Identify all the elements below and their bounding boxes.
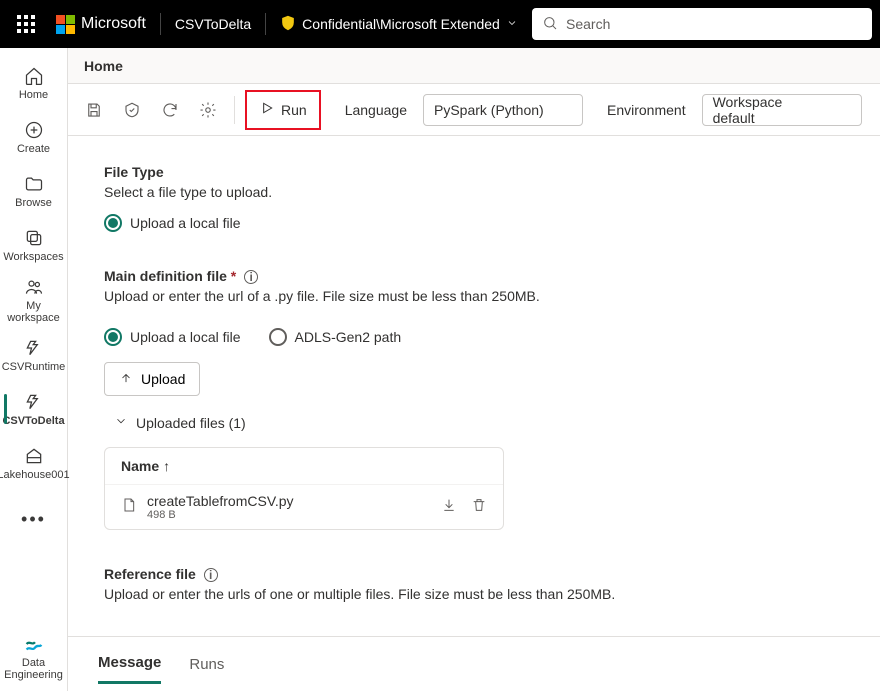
separator (234, 96, 235, 124)
delete-icon[interactable] (471, 497, 487, 518)
rail-more[interactable]: ••• (4, 490, 64, 544)
spark-icon (23, 337, 45, 359)
language-label: Language (345, 102, 407, 118)
radio-icon (269, 328, 287, 346)
file-icon (121, 496, 137, 519)
rail-home[interactable]: Home (4, 56, 64, 110)
breadcrumb[interactable]: Home (68, 48, 880, 84)
search-icon (542, 15, 558, 34)
people-icon (23, 276, 45, 298)
rail-data-engineering[interactable]: Data Engineering (4, 629, 64, 685)
folder-icon (23, 173, 45, 195)
lakehouse-icon (23, 445, 45, 467)
rail-my-workspace[interactable]: My workspace (4, 272, 64, 328)
settings-button[interactable] (192, 94, 224, 126)
main-def-local-radio[interactable]: Upload a local file (104, 328, 241, 346)
radio-selected-icon (104, 214, 122, 232)
rail-workspaces[interactable]: Workspaces (4, 218, 64, 272)
main-def-title: Main definition file * i (104, 268, 844, 284)
play-icon (259, 100, 275, 119)
home-icon (23, 65, 45, 87)
confidentiality-label: Confidential\Microsoft Extended (302, 16, 500, 32)
main-def-adls-radio[interactable]: ADLS-Gen2 path (269, 328, 402, 346)
uploaded-files-toggle[interactable]: Uploaded files (1) (114, 414, 844, 431)
bottom-tabs: Message Runs (68, 636, 880, 691)
app-name[interactable]: CSVToDelta (175, 16, 251, 32)
confidentiality-picker[interactable]: Confidential\Microsoft Extended (280, 15, 518, 34)
spark-icon (23, 391, 45, 413)
validate-button[interactable] (116, 94, 148, 126)
info-icon[interactable]: i (204, 568, 218, 582)
top-bar: Microsoft CSVToDelta Confidential\Micros… (0, 0, 880, 48)
divider (265, 13, 266, 35)
search-input[interactable]: Search (532, 8, 872, 40)
main-panel: File Type Select a file type to upload. … (68, 136, 880, 691)
shield-icon (280, 15, 296, 34)
rail-browse[interactable]: Browse (4, 164, 64, 218)
data-engineering-icon (23, 633, 45, 655)
microsoft-logo: Microsoft (56, 15, 146, 34)
radio-selected-icon (104, 328, 122, 346)
upload-button[interactable]: Upload (104, 362, 200, 396)
tab-runs[interactable]: Runs (189, 646, 224, 683)
tab-message[interactable]: Message (98, 644, 161, 684)
language-dropdown[interactable]: PySpark (Python) (423, 94, 583, 126)
sort-asc-icon: ↑ (163, 458, 170, 474)
file-type-title: File Type (104, 164, 844, 180)
ref-title: Reference file i (104, 566, 844, 582)
workspaces-icon (23, 227, 45, 249)
upload-icon (119, 371, 133, 388)
column-name-header[interactable]: Name ↑ (105, 448, 503, 484)
brand-text: Microsoft (81, 15, 146, 33)
file-type-local-radio[interactable]: Upload a local file (104, 214, 844, 232)
main-def-desc: Upload or enter the url of a .py file. F… (104, 288, 844, 304)
rail-create[interactable]: Create (4, 110, 64, 164)
chevron-down-icon (506, 16, 518, 32)
chevron-down-icon (560, 102, 572, 118)
app-launcher-icon[interactable] (8, 6, 44, 42)
rail-lakehouse[interactable]: Lakehouse001 (4, 436, 64, 490)
file-type-desc: Select a file type to upload. (104, 184, 844, 200)
environment-label: Environment (607, 102, 686, 118)
search-placeholder: Search (566, 16, 610, 32)
toolbar: Run Language PySpark (Python) Environmen… (68, 84, 880, 136)
file-type-section: File Type Select a file type to upload. … (104, 164, 844, 232)
file-name: createTablefromCSV.py (147, 493, 431, 509)
table-row: createTablefromCSV.py 498 B (105, 484, 503, 529)
uploaded-files-table: Name ↑ createTablefromCSV.py 498 B (104, 447, 504, 530)
more-icon: ••• (21, 510, 46, 528)
left-rail: Home Create Browse Workspaces My workspa… (0, 48, 68, 691)
main-definition-section: Main definition file * i Upload or enter… (104, 268, 844, 530)
chevron-down-icon (839, 102, 851, 118)
rail-csvruntime[interactable]: CSVRuntime (4, 328, 64, 382)
ref-desc: Upload or enter the urls of one or multi… (104, 586, 844, 602)
file-size: 498 B (147, 509, 431, 521)
info-icon[interactable]: i (244, 270, 258, 284)
save-button[interactable] (78, 94, 110, 126)
rail-csvtodelta[interactable]: CSVToDelta (4, 382, 64, 436)
reference-file-section: Reference file i Upload or enter the url… (104, 566, 844, 602)
chevron-down-icon (114, 414, 128, 431)
divider (160, 13, 161, 35)
download-icon[interactable] (441, 497, 457, 518)
refresh-button[interactable] (154, 94, 186, 126)
plus-circle-icon (23, 119, 45, 141)
environment-dropdown[interactable]: Workspace default (702, 94, 862, 126)
run-button[interactable]: Run (245, 90, 321, 130)
